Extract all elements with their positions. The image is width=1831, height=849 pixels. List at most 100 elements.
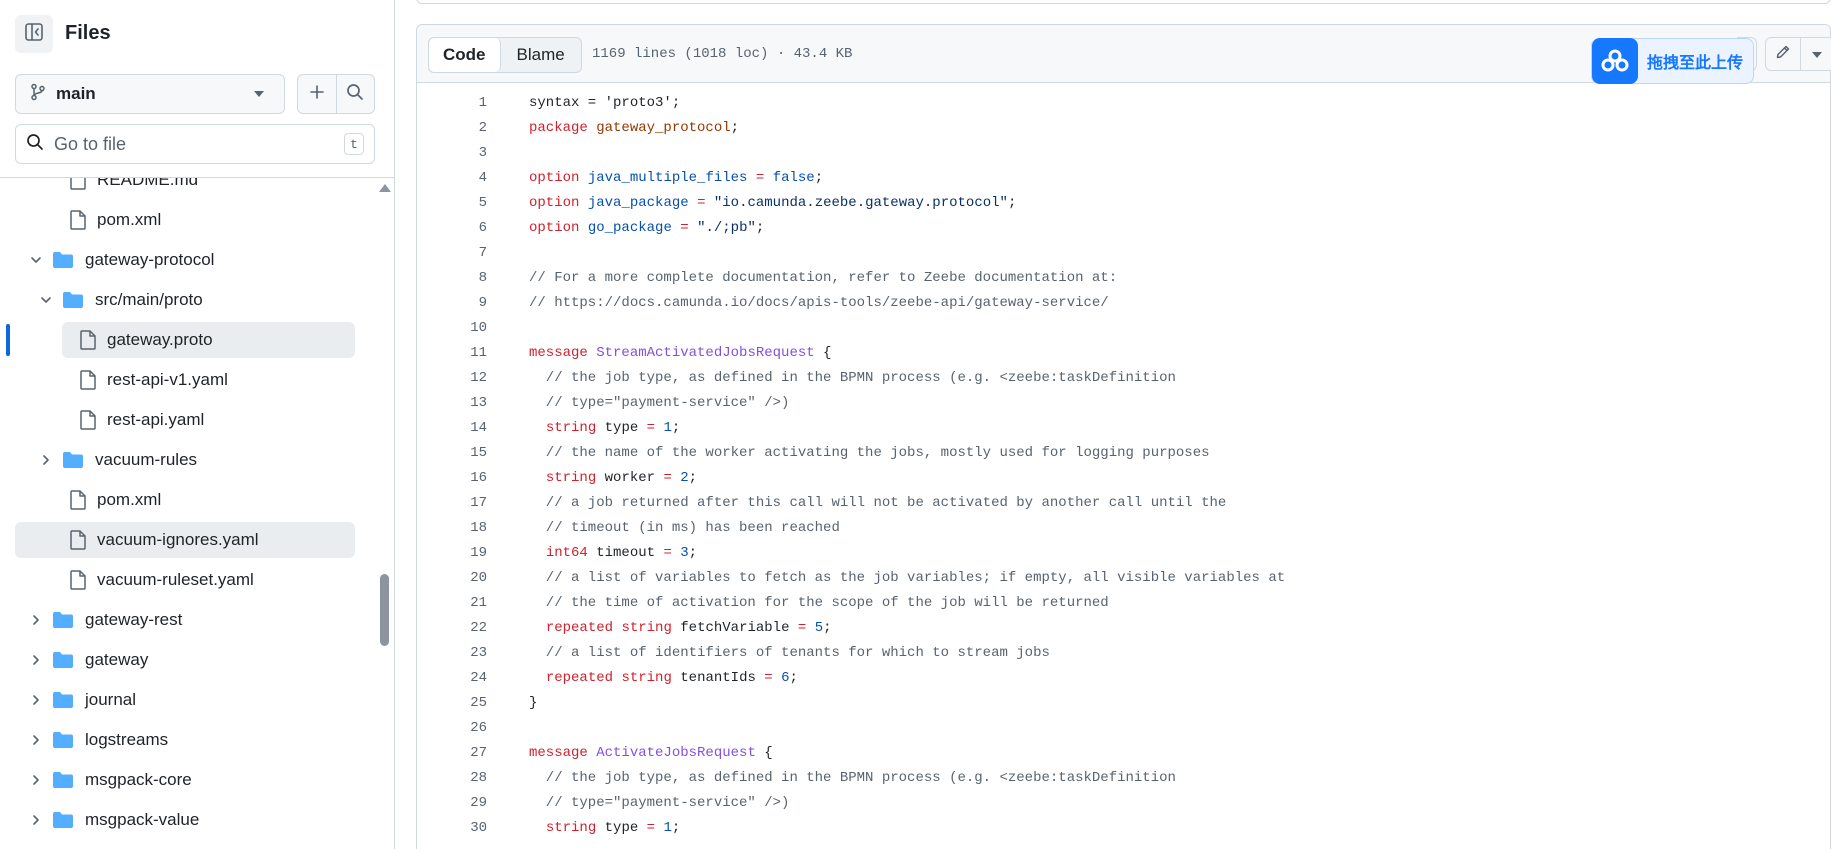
- tab-code[interactable]: Code: [429, 38, 501, 72]
- file-tree-sidebar: Files main t: [0, 0, 395, 849]
- chevron-down-icon: [1812, 45, 1823, 63]
- code-viewer[interactable]: 1 syntax = 'proto3'; 2 package gateway_prot…: [417, 83, 1830, 849]
- line-number[interactable]: 19: [417, 545, 487, 561]
- tree-item-label: journal: [85, 690, 137, 709]
- line-content: }: [529, 695, 537, 711]
- tree-folder-row[interactable]: msgpack-core: [0, 760, 395, 800]
- line-number[interactable]: 28: [417, 770, 487, 786]
- line-number[interactable]: 5: [417, 195, 487, 211]
- cloud-upload-widget[interactable]: 拖拽至此上传: [1591, 38, 1754, 84]
- tree-folder-row[interactable]: src/main/proto: [0, 280, 395, 320]
- scroll-up-arrow-icon[interactable]: [379, 184, 391, 192]
- code-token: ;: [814, 169, 824, 186]
- tree-folder-row[interactable]: gateway-protocol: [0, 240, 395, 280]
- tree-file-row[interactable]: rest-api-v1.yaml: [0, 360, 395, 400]
- go-to-file-field[interactable]: t: [15, 124, 375, 164]
- search-code-button[interactable]: [337, 75, 375, 113]
- chevron-down-icon[interactable]: [38, 292, 54, 308]
- file-icon: [67, 529, 89, 551]
- line-number[interactable]: 30: [417, 820, 487, 836]
- line-number[interactable]: 6: [417, 220, 487, 236]
- line-number[interactable]: 3: [417, 145, 487, 161]
- code-line: 23 // a list of identifiers of tenants f…: [417, 640, 1830, 665]
- code-token: ;: [671, 819, 681, 836]
- line-number[interactable]: 15: [417, 445, 487, 461]
- tree-file-row[interactable]: pom.xml: [0, 480, 395, 520]
- line-number[interactable]: 27: [417, 745, 487, 761]
- code-token: ;: [789, 669, 798, 686]
- line-number[interactable]: 26: [417, 720, 487, 736]
- chevron-right-icon[interactable]: [28, 612, 44, 628]
- tree-folder-row[interactable]: gateway-rest: [0, 600, 395, 640]
- line-number[interactable]: 22: [417, 620, 487, 636]
- line-number[interactable]: 25: [417, 695, 487, 711]
- tree-file-row[interactable]: rest-api.yaml: [0, 400, 395, 440]
- line-number[interactable]: 23: [417, 645, 487, 661]
- tree-file-row[interactable]: README.md: [0, 178, 395, 200]
- line-content: syntax = 'proto3';: [529, 95, 680, 111]
- line-number[interactable]: 18: [417, 520, 487, 536]
- tree-folder-row[interactable]: gateway: [0, 640, 395, 680]
- tree-file-row[interactable]: vacuum-ignores.yaml: [0, 520, 395, 560]
- code-token: option: [529, 169, 580, 186]
- code-token: // type="payment-service" />): [529, 794, 790, 811]
- collapse-sidebar-button[interactable]: [15, 15, 53, 53]
- chevron-down-icon[interactable]: [28, 252, 44, 268]
- tree-file-row[interactable]: gateway.proto: [0, 320, 395, 360]
- chevron-right-icon[interactable]: [38, 452, 54, 468]
- line-number[interactable]: 17: [417, 495, 487, 511]
- tree-file-row[interactable]: vacuum-ruleset.yaml: [0, 560, 395, 600]
- commit-info-box: [416, 0, 1831, 4]
- line-content: // the time of activation for the scope …: [529, 595, 1109, 611]
- code-token: ;: [688, 469, 698, 486]
- line-number[interactable]: 4: [417, 170, 487, 186]
- tree-folder-row[interactable]: msgpack-value: [0, 800, 395, 840]
- tab-blame[interactable]: Blame: [501, 38, 581, 72]
- line-number[interactable]: 9: [417, 295, 487, 311]
- add-file-button[interactable]: [298, 75, 337, 113]
- code-token: ActivateJobsRequest: [596, 744, 756, 761]
- branch-selector-button[interactable]: main: [15, 74, 285, 114]
- chevron-right-icon[interactable]: [28, 812, 44, 828]
- tree-folder-row[interactable]: logstreams: [0, 720, 395, 760]
- sidebar-scrollbar-thumb[interactable]: [380, 574, 389, 646]
- go-to-file-input[interactable]: [54, 133, 344, 155]
- line-content: package gateway_protocol;: [529, 120, 739, 136]
- line-number[interactable]: 11: [417, 345, 487, 361]
- line-number[interactable]: 24: [417, 670, 487, 686]
- chevron-right-icon[interactable]: [28, 652, 44, 668]
- tree-folder-row[interactable]: journal: [0, 680, 395, 720]
- chevron-right-icon[interactable]: [28, 692, 44, 708]
- line-number[interactable]: 13: [417, 395, 487, 411]
- line-content: // the job type, as defined in the BPMN …: [529, 770, 1176, 786]
- line-number[interactable]: 1: [417, 95, 487, 111]
- chevron-right-icon[interactable]: [28, 732, 44, 748]
- line-number[interactable]: 29: [417, 795, 487, 811]
- code-token: type: [596, 419, 647, 436]
- line-number[interactable]: 7: [417, 245, 487, 261]
- code-token: string: [545, 819, 597, 836]
- folder-icon: [52, 249, 74, 271]
- tree-folder-row[interactable]: vacuum-rules: [0, 440, 395, 480]
- code-line: 17 // a job returned after this call wil…: [417, 490, 1830, 515]
- line-number[interactable]: 21: [417, 595, 487, 611]
- line-number[interactable]: 16: [417, 470, 487, 486]
- folder-icon: [62, 449, 84, 471]
- line-number[interactable]: 14: [417, 420, 487, 436]
- line-number[interactable]: 10: [417, 320, 487, 336]
- line-number[interactable]: 12: [417, 370, 487, 386]
- line-number[interactable]: 20: [417, 570, 487, 586]
- edit-file-button[interactable]: [1766, 38, 1801, 70]
- chevron-right-icon[interactable]: [28, 772, 44, 788]
- edit-options-button[interactable]: [1801, 38, 1831, 70]
- line-number[interactable]: 8: [417, 270, 487, 286]
- code-token: java_package: [587, 194, 689, 211]
- code-token: // the name of the worker activating the…: [529, 444, 1210, 461]
- line-number[interactable]: 2: [417, 120, 487, 136]
- tree-file-row[interactable]: pom.xml: [0, 200, 395, 240]
- code-token: =: [663, 469, 672, 486]
- folder-icon: [52, 689, 74, 711]
- code-token: // timeout (in ms) has been reached: [529, 519, 840, 536]
